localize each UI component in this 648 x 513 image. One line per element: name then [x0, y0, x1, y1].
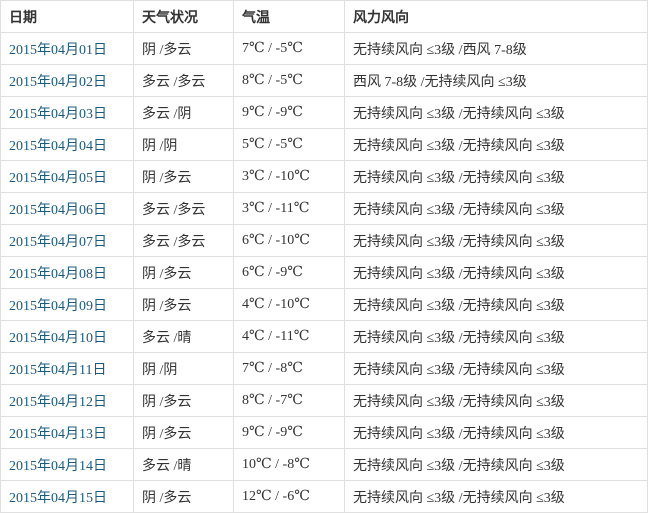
date-cell: 2015年04月01日 — [1, 33, 134, 65]
wind-cell: 无持续风向 ≤3级 /无持续风向 ≤3级 — [345, 193, 648, 225]
date-link[interactable]: 2015年04月06日 — [9, 203, 107, 218]
table-row: 2015年04月05日 阴 /多云3℃ / -10℃无持续风向 ≤3级 /无持续风… — [1, 161, 648, 193]
wind-cell: 无持续风向 ≤3级 /西风 7-8级 — [345, 33, 648, 65]
wind-cell: 无持续风向 ≤3级 /无持续风向 ≤3级 — [345, 321, 648, 353]
date-cell: 2015年04月04日 — [1, 129, 134, 161]
date-link[interactable]: 2015年04月03日 — [9, 107, 107, 122]
weather-cell: 阴 /多云 — [134, 161, 234, 193]
date-link[interactable]: 2015年04月13日 — [9, 427, 107, 442]
wind-cell: 无持续风向 ≤3级 /无持续风向 ≤3级 — [345, 225, 648, 257]
date-cell: 2015年04月07日 — [1, 225, 134, 257]
temperature-cell: 12℃ / -6℃ — [234, 481, 345, 513]
table-row: 2015年04月04日 阴 /阴5℃ / -5℃无持续风向 ≤3级 /无持续风向 … — [1, 129, 648, 161]
weather-cell: 多云 /多云 — [134, 65, 234, 97]
wind-cell: 无持续风向 ≤3级 /无持续风向 ≤3级 — [345, 481, 648, 513]
table-row: 2015年04月15日 阴 /多云12℃ / -6℃无持续风向 ≤3级 /无持续风… — [1, 481, 648, 513]
weather-cell: 多云 /阴 — [134, 97, 234, 129]
temperature-cell: 6℃ / -9℃ — [234, 257, 345, 289]
wind-cell: 无持续风向 ≤3级 /无持续风向 ≤3级 — [345, 129, 648, 161]
date-link[interactable]: 2015年04月02日 — [9, 75, 107, 90]
temperature-cell: 9℃ / -9℃ — [234, 417, 345, 449]
temperature-cell: 4℃ / -11℃ — [234, 321, 345, 353]
column-header-wind: 风力风向 — [345, 1, 648, 33]
weather-cell: 阴 /多云 — [134, 33, 234, 65]
wind-cell: 西风 7-8级 /无持续风向 ≤3级 — [345, 65, 648, 97]
date-link[interactable]: 2015年04月11日 — [9, 363, 106, 378]
temperature-cell: 3℃ / -10℃ — [234, 161, 345, 193]
weather-cell: 阴 /阴 — [134, 129, 234, 161]
date-link[interactable]: 2015年04月12日 — [9, 395, 107, 410]
wind-cell: 无持续风向 ≤3级 /无持续风向 ≤3级 — [345, 161, 648, 193]
temperature-cell: 8℃ / -7℃ — [234, 385, 345, 417]
table-row: 2015年04月10日 多云 /晴4℃ / -11℃无持续风向 ≤3级 /无持续风… — [1, 321, 648, 353]
wind-cell: 无持续风向 ≤3级 /无持续风向 ≤3级 — [345, 97, 648, 129]
table-row: 2015年04月13日 阴 /多云9℃ / -9℃无持续风向 ≤3级 /无持续风向… — [1, 417, 648, 449]
date-cell: 2015年04月12日 — [1, 385, 134, 417]
date-cell: 2015年04月10日 — [1, 321, 134, 353]
wind-cell: 无持续风向 ≤3级 /无持续风向 ≤3级 — [345, 257, 648, 289]
weather-cell: 阴 /多云 — [134, 481, 234, 513]
date-link[interactable]: 2015年04月14日 — [9, 459, 107, 474]
weather-cell: 阴 /多云 — [134, 417, 234, 449]
date-cell: 2015年04月06日 — [1, 193, 134, 225]
wind-cell: 无持续风向 ≤3级 /无持续风向 ≤3级 — [345, 385, 648, 417]
date-link[interactable]: 2015年04月15日 — [9, 491, 107, 506]
date-cell: 2015年04月14日 — [1, 449, 134, 481]
table-row: 2015年04月09日 阴 /多云4℃ / -10℃无持续风向 ≤3级 /无持续风… — [1, 289, 648, 321]
weather-cell: 阴 /多云 — [134, 257, 234, 289]
date-cell: 2015年04月05日 — [1, 161, 134, 193]
column-header-weather: 天气状况 — [134, 1, 234, 33]
temperature-cell: 10℃ / -8℃ — [234, 449, 345, 481]
table-body: 2015年04月01日阴 /多云7℃ / -5℃无持续风向 ≤3级 /西风 7-… — [1, 33, 648, 513]
weather-cell: 阴 /多云 — [134, 289, 234, 321]
date-link[interactable]: 2015年04月08日 — [9, 267, 107, 282]
date-cell: 2015年04月03日 — [1, 97, 134, 129]
table-row: 2015年04月11日 阴 /阴7℃ / -8℃无持续风向 ≤3级 /无持续风向 … — [1, 353, 648, 385]
date-link[interactable]: 2015年04月09日 — [9, 299, 107, 314]
table-row: 2015年04月12日 阴 /多云8℃ / -7℃无持续风向 ≤3级 /无持续风向… — [1, 385, 648, 417]
date-cell: 2015年04月11日 — [1, 353, 134, 385]
temperature-cell: 5℃ / -5℃ — [234, 129, 345, 161]
date-cell: 2015年04月09日 — [1, 289, 134, 321]
table-row: 2015年04月07日 多云 /多云6℃ / -10℃无持续风向 ≤3级 /无持续… — [1, 225, 648, 257]
temperature-cell: 7℃ / -5℃ — [234, 33, 345, 65]
table-row: 2015年04月02日 多云 /多云8℃ / -5℃西风 7-8级 /无持续风向 … — [1, 65, 648, 97]
table-row: 2015年04月03日 多云 /阴9℃ / -9℃无持续风向 ≤3级 /无持续风向… — [1, 97, 648, 129]
table-row: 2015年04月08日 阴 /多云6℃ / -9℃无持续风向 ≤3级 /无持续风向… — [1, 257, 648, 289]
temperature-cell: 6℃ / -10℃ — [234, 225, 345, 257]
date-link[interactable]: 2015年04月04日 — [9, 139, 107, 154]
table-row: 2015年04月14日 多云 /晴10℃ / -8℃无持续风向 ≤3级 /无持续风… — [1, 449, 648, 481]
date-cell: 2015年04月08日 — [1, 257, 134, 289]
date-link[interactable]: 2015年04月01日 — [9, 43, 107, 58]
wind-cell: 无持续风向 ≤3级 /无持续风向 ≤3级 — [345, 417, 648, 449]
date-cell: 2015年04月13日 — [1, 417, 134, 449]
column-header-date: 日期 — [1, 1, 134, 33]
date-link[interactable]: 2015年04月07日 — [9, 235, 107, 250]
weather-history-table: 日期 天气状况 气温 风力风向 2015年04月01日阴 /多云7℃ / -5℃… — [0, 0, 648, 513]
weather-cell: 多云 /晴 — [134, 449, 234, 481]
date-cell: 2015年04月15日 — [1, 481, 134, 513]
temperature-cell: 9℃ / -9℃ — [234, 97, 345, 129]
weather-cell: 多云 /多云 — [134, 193, 234, 225]
wind-cell: 无持续风向 ≤3级 /无持续风向 ≤3级 — [345, 353, 648, 385]
date-link[interactable]: 2015年04月10日 — [9, 331, 107, 346]
wind-cell: 无持续风向 ≤3级 /无持续风向 ≤3级 — [345, 289, 648, 321]
header-row: 日期 天气状况 气温 风力风向 — [1, 1, 648, 33]
temperature-cell: 4℃ / -10℃ — [234, 289, 345, 321]
temperature-cell: 8℃ / -5℃ — [234, 65, 345, 97]
weather-cell: 多云 /多云 — [134, 225, 234, 257]
weather-cell: 多云 /晴 — [134, 321, 234, 353]
temperature-cell: 3℃ / -11℃ — [234, 193, 345, 225]
date-cell: 2015年04月02日 — [1, 65, 134, 97]
temperature-cell: 7℃ / -8℃ — [234, 353, 345, 385]
wind-cell: 无持续风向 ≤3级 /无持续风向 ≤3级 — [345, 449, 648, 481]
column-header-temp: 气温 — [234, 1, 345, 33]
date-link[interactable]: 2015年04月05日 — [9, 171, 107, 186]
table-header: 日期 天气状况 气温 风力风向 — [1, 1, 648, 33]
weather-cell: 阴 /多云 — [134, 385, 234, 417]
table-row: 2015年04月06日 多云 /多云3℃ / -11℃无持续风向 ≤3级 /无持续… — [1, 193, 648, 225]
weather-cell: 阴 /阴 — [134, 353, 234, 385]
table-row: 2015年04月01日 阴 /多云7℃ / -5℃无持续风向 ≤3级 /西风 7-… — [1, 33, 648, 65]
